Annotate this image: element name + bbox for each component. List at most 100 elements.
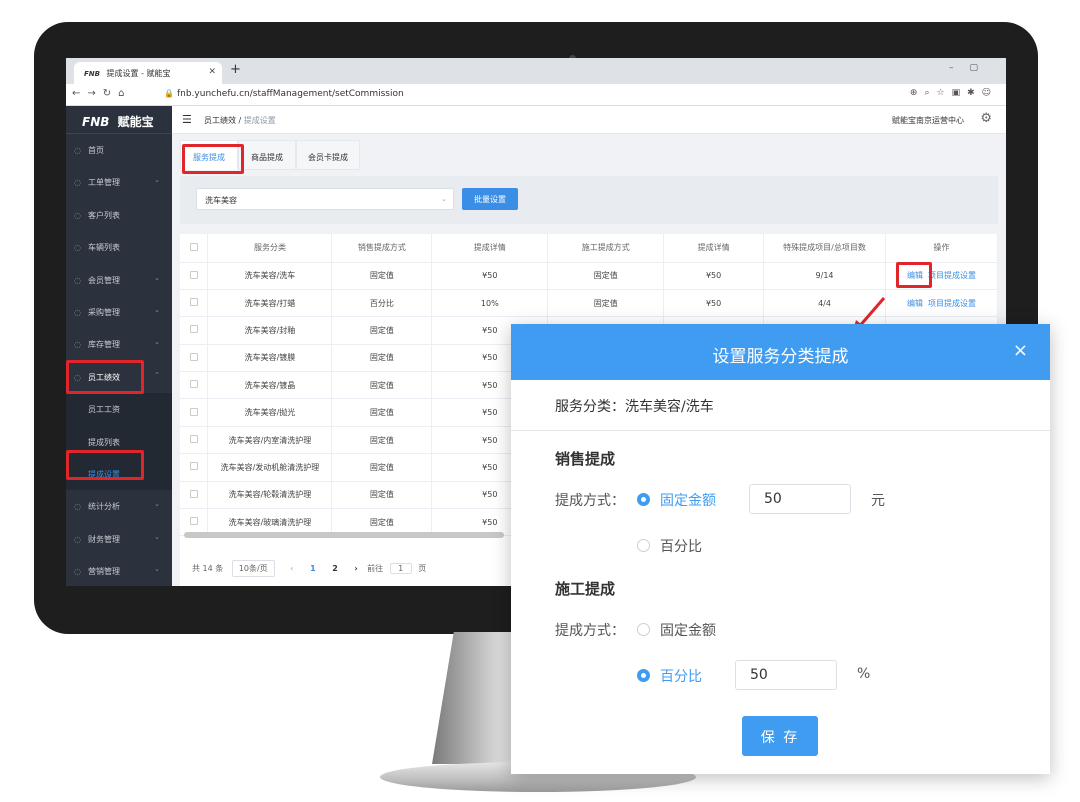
tab-title: 提成设置 - 赋能宝 [106,69,171,78]
batch-set-button[interactable]: 批量设置 [462,188,518,210]
browser-tab[interactable]: FNB 提成设置 - 赋能宝 ✕ [74,62,222,84]
table-cell: 固定值 [331,371,433,400]
row-select-cell[interactable] [180,344,209,373]
sidebar-item[interactable]: 员工工资 [66,393,172,426]
sidebar-item[interactable]: ◌ 采购管理 ⌄ [66,296,172,328]
sidebar-item[interactable]: ◌ 库存管理 ⌄ [66,328,172,360]
sidebar-item[interactable]: ◌ 客户列表 [66,199,172,231]
edit-link[interactable]: 编辑 [907,299,923,308]
checkbox[interactable] [189,462,198,471]
sidebar-item[interactable]: ◌ 财务管理 ⌄ [66,523,172,555]
sidebar-item-label: 财务管理 [88,534,120,544]
breadcrumb-parent[interactable]: 员工绩效 [204,116,236,125]
sidebar-item[interactable]: ◌ 首页 [66,134,172,166]
checkbox[interactable] [189,407,198,416]
checkbox[interactable] [189,489,198,498]
pager-goto-input[interactable]: 1 [389,563,412,574]
pager-total: 共 14 条 [192,564,224,573]
sidebar: FNB 赋能宝 ◌ 首页 ◌ 工单管理 ⌄ ◌ 客户列表 ◌ 车辆列表 ◌ 会员管理 ⌄ ◌ 采购管理 ⌄ ◌… [66,106,172,586]
table-row: 洗车美容/洗车 固定值 ¥50 固定值 ¥50 9/14 编辑 项目提成设置 [180,262,998,290]
row-select-cell[interactable] [180,289,209,318]
sidebar-item[interactable]: ◌ 工单管理 ⌄ [66,166,172,198]
sidebar-item[interactable]: ◌ 员工绩效 ⌃ [66,361,172,393]
save-button[interactable]: 保 存 [742,716,818,756]
row-select-cell[interactable] [180,453,209,482]
row-select-cell[interactable] [180,481,209,510]
extension-icons[interactable]: ⊕⌕☆▣✱☺ [910,88,998,98]
sidebar-item[interactable]: ◌ 营销管理 ⌄ [66,555,172,586]
url-field[interactable]: 🔒 fnb.yunchefu.cn/staffManagement/setComm… [164,89,404,99]
select-all-cell[interactable] [180,234,209,263]
sidebar-item[interactable]: 提成列表 [66,425,172,458]
sales-fixed-radio[interactable]: 固定金额 [637,490,716,510]
construction-percent-radio[interactable]: 百分比 [637,666,702,686]
page-size-select[interactable]: 10条/页 [231,560,275,577]
table-header-row: 服务分类 销售提成方式 提成详情 施工提成方式 提成详情 特殊提成项目/总项目数… [180,234,998,263]
url-text: fnb.yunchefu.cn/staffManagement/setCommi… [176,89,404,99]
category-select-value: 洗车美容 [205,196,237,205]
row-select-cell[interactable] [180,371,209,400]
chevron-up-icon: ⌃ [154,370,160,379]
sales-percent-radio[interactable]: 百分比 [637,536,702,556]
address-bar: ←→↻⌂ 🔒 fnb.yunchefu.cn/staffManagement/se… [66,84,1006,106]
table-cell: 洗车美容/洗车 [207,262,333,290]
staff-icon: ◌ [74,372,81,382]
sales-fixed-input[interactable]: 50 [749,484,851,514]
window-controls[interactable]: –▢ [949,63,994,73]
sidebar-item[interactable]: ◌ 会员管理 ⌄ [66,264,172,296]
construction-percent-input[interactable]: 50 [735,660,837,690]
tab-service-commission[interactable]: 服务提成 [180,140,238,170]
checkbox[interactable] [189,270,198,279]
sidebar-item[interactable]: ◌ 车辆列表 [66,231,172,263]
checkbox[interactable] [189,352,198,361]
sidebar-item[interactable]: 提成设置 [66,457,172,491]
tab-membership-card-commission[interactable]: 会员卡提成 [296,140,360,170]
radio-dot [637,669,650,682]
project-commission-link[interactable]: 项目提成设置 [928,271,976,280]
tab-goods-commission[interactable]: 商品提成 [238,140,296,170]
construction-percent-label: 百分比 [660,669,702,685]
user-avatar-icon[interactable]: ⚙ [980,111,992,126]
breadcrumb-separator: / [238,116,242,125]
sidebar-item[interactable]: ◌ 统计分析 ⌄ [66,490,172,522]
category-label: 服务分类： [555,399,625,415]
construction-fixed-radio[interactable]: 固定金额 [637,620,716,640]
row-select-cell[interactable] [180,316,209,345]
checkbox[interactable] [189,298,198,307]
car-icon: ◌ [74,243,81,253]
chevron-down-icon: ⌄ [154,532,160,541]
cart-icon: ◌ [74,307,81,317]
close-icon[interactable]: ✕ [208,67,216,77]
column-header: 服务分类 [207,234,333,263]
horizontal-scrollbar[interactable] [184,532,504,538]
pager-page-2[interactable]: 2 [332,564,338,573]
menu-toggle-icon[interactable]: ☰ [182,113,192,126]
checkbox[interactable] [189,517,198,526]
logo-mark: FNB [82,115,110,129]
pagination: 共 14 条 10条/页 ‹ 1 2 › 前往 1 页 [192,560,426,577]
checkbox[interactable] [189,380,198,389]
category-select[interactable]: 洗车美容 ⌄ [196,188,454,210]
table-cell: 固定值 [331,398,433,427]
checkbox[interactable] [189,435,198,444]
pager-prev[interactable]: ‹ [290,564,293,573]
store-name[interactable]: 赋能宝南京运营中心 [892,115,964,126]
nav-buttons[interactable]: ←→↻⌂ [72,88,131,99]
new-tab-icon[interactable]: + [230,62,241,77]
sidebar-item-label: 员工绩效 [88,372,120,382]
checkbox[interactable] [189,325,198,334]
table-cell: 固定值 [331,262,433,290]
column-header: 提成详情 [431,234,549,263]
edit-link[interactable]: 编辑 [907,271,923,280]
marketing-icon: ◌ [74,567,81,577]
project-commission-link[interactable]: 项目提成设置 [928,299,976,308]
table-cell: 10% [431,289,549,318]
row-select-cell[interactable] [180,426,209,455]
checkbox[interactable] [189,242,198,251]
row-select-cell[interactable] [180,262,209,290]
pager-page-1[interactable]: 1 [310,564,316,573]
construction-percent-unit: % [857,666,871,682]
row-select-cell[interactable] [180,398,209,427]
pager-next[interactable]: › [354,564,357,573]
close-icon[interactable]: × [1013,340,1028,361]
